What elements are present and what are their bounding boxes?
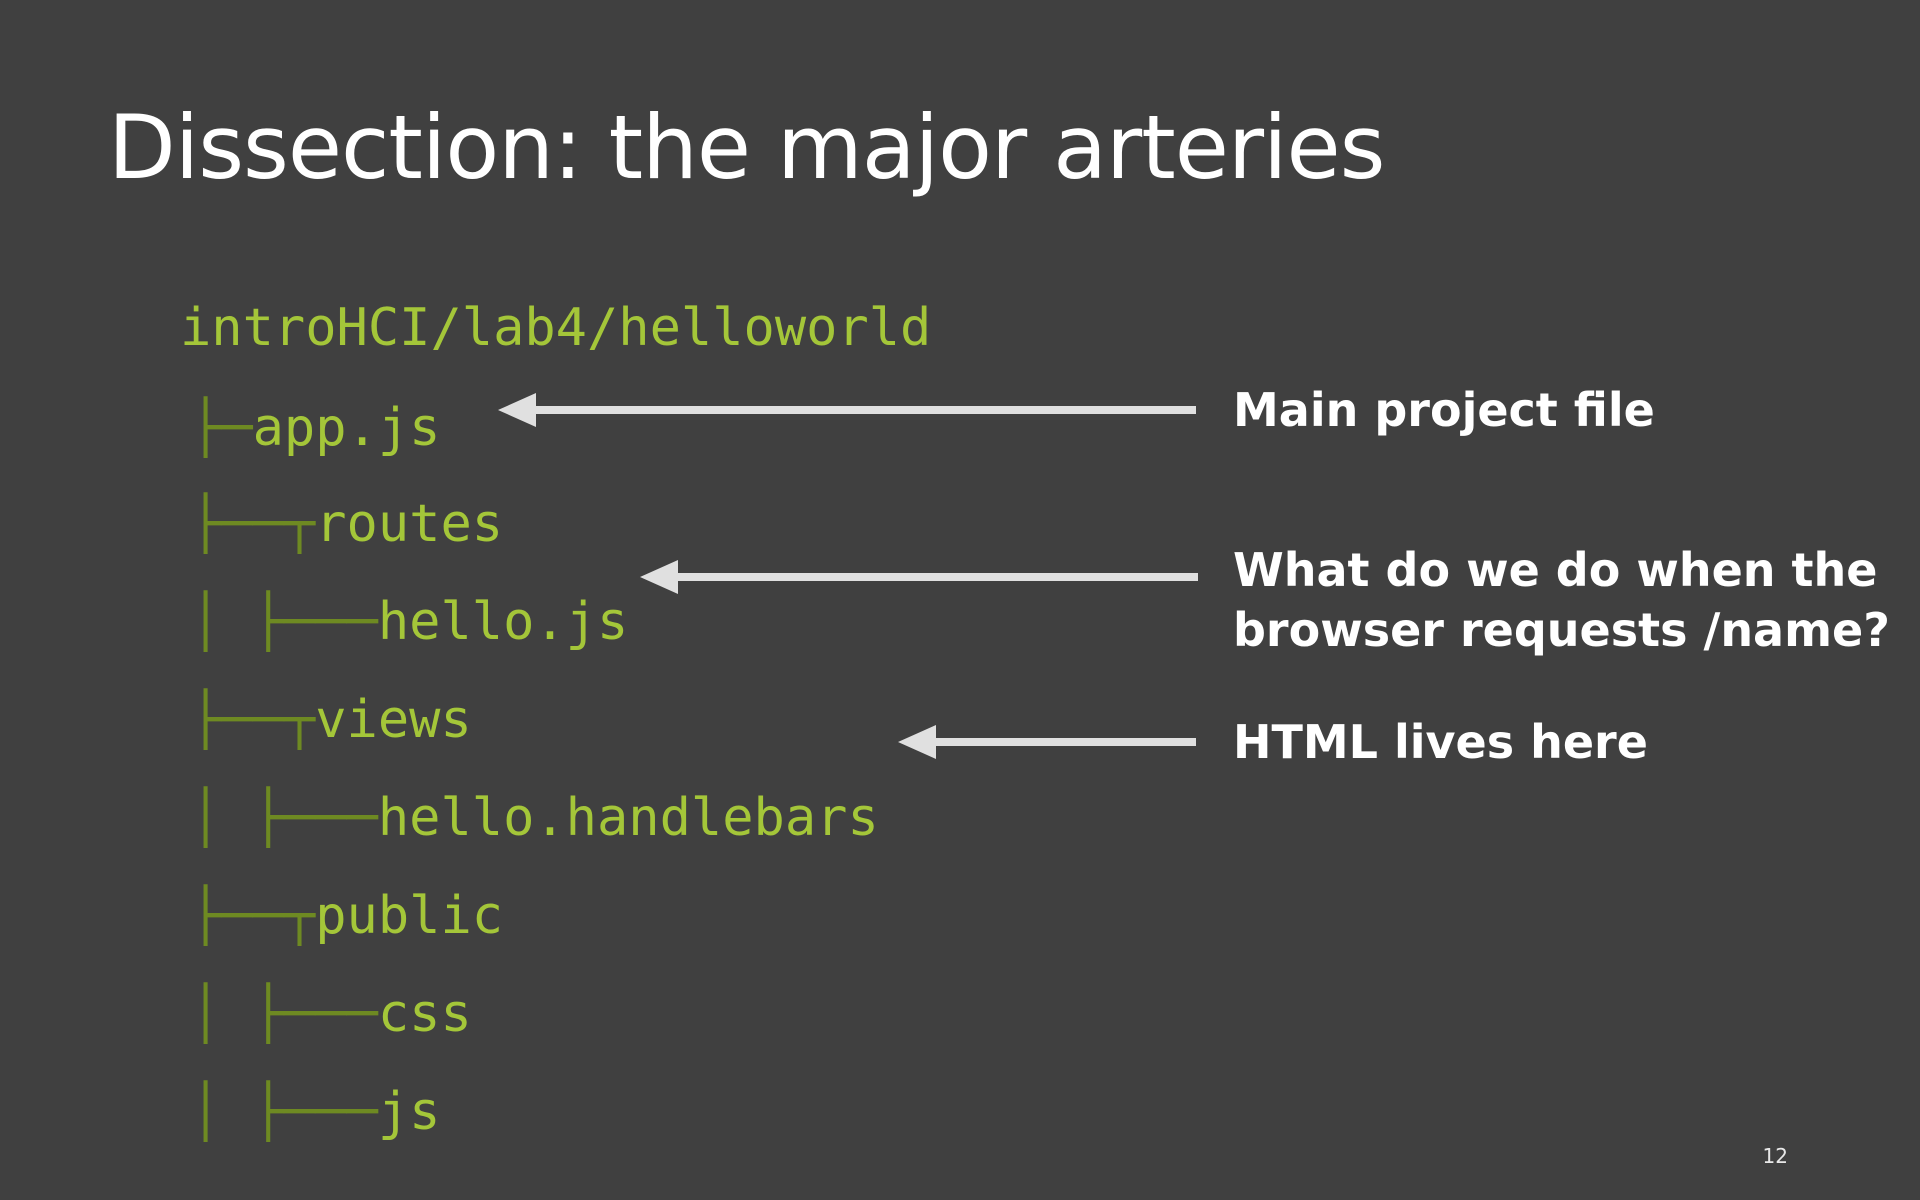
tree-root-path: introHCI/lab4/helloworld [180,298,932,358]
tree-branch-glyph: │ ├─── [190,592,378,652]
arrow-left-icon [898,725,1196,759]
tree-item-label: js [377,1082,441,1142]
tree-item-hello-handlebars: │ ├───hello.handlebars [190,786,879,850]
arrow-left-icon [498,393,1196,427]
tree-item-label: hello.js [377,592,629,652]
arrow-left-icon [640,560,1198,594]
annotation-html-location: HTML lives here [1233,712,1648,772]
tree-item-hello-js: │ ├───hello.js [190,590,628,654]
annotation-line: What do we do when the [1233,543,1878,597]
tree-item-label: app.js [252,398,441,458]
tree-item-views: ├──┬views [190,688,472,752]
tree-item-label: public [315,886,504,946]
tree-branch-glyph: │ ├─── [190,788,378,848]
tree-item-label: views [315,690,472,750]
tree-item-label: css [377,984,472,1044]
tree-branch-glyph: ├──┬ [190,886,316,946]
slide: Dissection: the major arteries introHCI/… [0,0,1920,1200]
page-number: 12 [1762,1144,1788,1168]
annotation-line: browser requests /name? [1233,603,1890,657]
tree-item-app-js: ├─app.js [190,396,440,460]
tree-item-js: │ ├───js [190,1080,440,1144]
tree-item-routes: ├──┬routes [190,492,503,556]
tree-item-public: ├──┬public [190,884,503,948]
tree-branch-glyph: ├──┬ [190,494,316,554]
tree-branch-glyph: ├──┬ [190,690,316,750]
tree-item-label: routes [315,494,504,554]
tree-branch-glyph: │ ├─── [190,984,378,1044]
tree-item-label: hello.handlebars [377,788,879,848]
tree-branch-glyph: ├─ [190,398,253,458]
tree-item-css: │ ├───css [190,982,472,1046]
annotation-main-project-file: Main project file [1233,380,1655,440]
tree-branch-glyph: │ ├─── [190,1082,378,1142]
slide-title: Dissection: the major arteries [108,96,1385,199]
annotation-line: HTML lives here [1233,715,1648,769]
annotation-route-handler: What do we do when the browser requests … [1233,540,1890,660]
annotation-line: Main project file [1233,383,1655,437]
